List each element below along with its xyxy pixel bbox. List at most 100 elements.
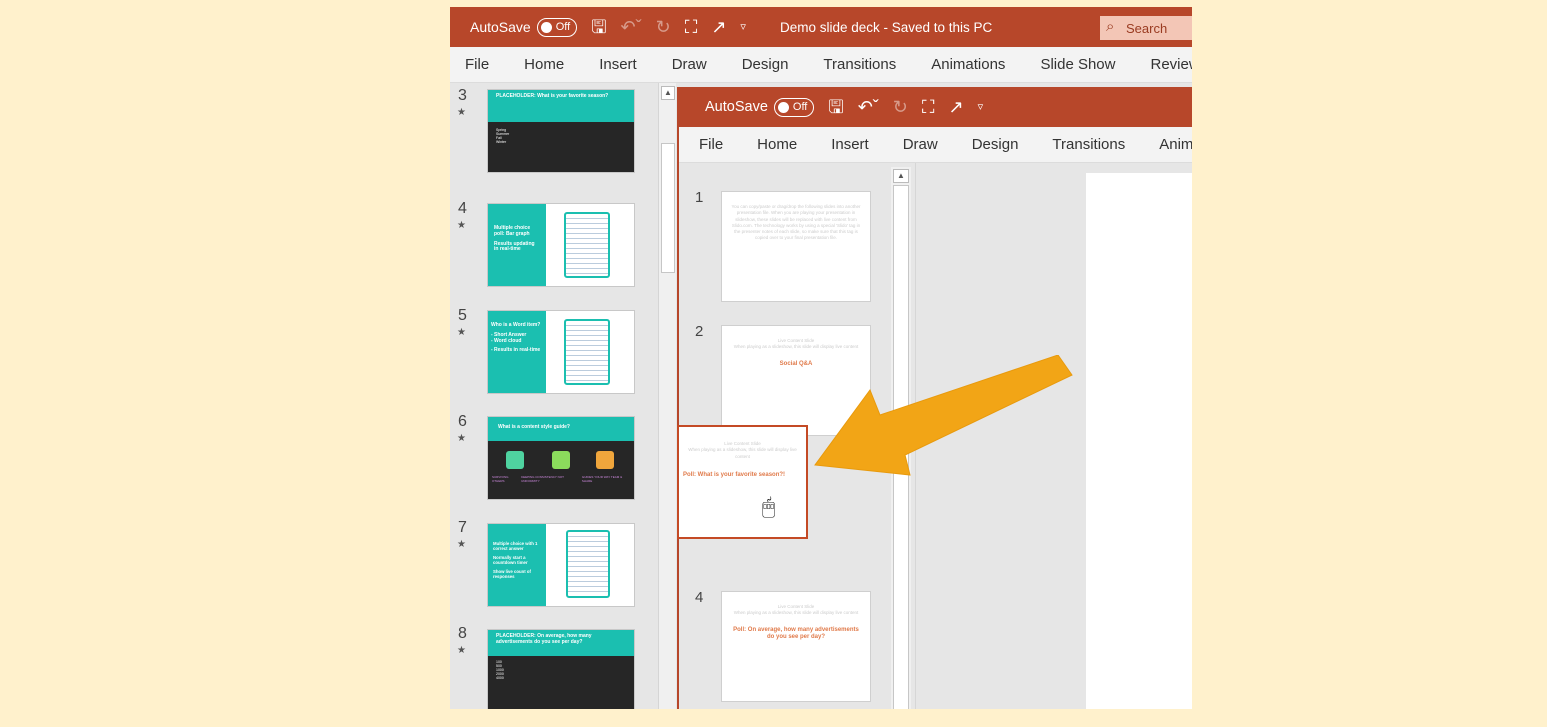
slide-number: 7 bbox=[458, 519, 467, 536]
redo-icon[interactable]: ↻ bbox=[656, 18, 671, 36]
present-icon[interactable]: ⛶ bbox=[685, 18, 698, 36]
customize-qat-icon[interactable]: ▿ bbox=[978, 101, 984, 113]
toggle-label: Off bbox=[555, 21, 571, 33]
animation-star-icon: ★ bbox=[457, 645, 466, 656]
from-beginning-icon[interactable]: ↗ bbox=[949, 98, 964, 116]
search-box[interactable]: ⌕ Search bbox=[1100, 16, 1192, 40]
tab-slide-show[interactable]: Slide Show bbox=[1040, 56, 1115, 73]
undo-icon[interactable]: ↶ˇ bbox=[621, 18, 642, 36]
thumb-title: What is a content style guide? bbox=[488, 417, 634, 441]
thumb-title: Multiple choice with 1 correct answer bbox=[493, 541, 538, 551]
tab-animations[interactable]: Anim bbox=[1159, 136, 1192, 153]
thumb-line: Normally start a countdown timer bbox=[493, 554, 528, 565]
inner-title-bar: AutoSave Off 🖫 ↶ˇ ↻ ⛶ ↗ ▿ bbox=[679, 87, 1192, 127]
dragged-slide-thumbnail[interactable]: Live Content Slide When playing as a sli… bbox=[677, 425, 808, 539]
outer-thumbnail-scrollbar[interactable]: ▲ bbox=[658, 83, 676, 709]
autosave-toggle[interactable]: Off bbox=[536, 17, 578, 37]
tab-transitions[interactable]: Transitions bbox=[823, 56, 896, 73]
animation-star-icon: ★ bbox=[457, 107, 466, 118]
outer-title-bar: AutoSave Off 🖫 ↶ˇ ↻ ⛶ ↗ ▿ Demo slide dec… bbox=[450, 7, 1192, 47]
search-placeholder: Search bbox=[1126, 20, 1168, 36]
drag-cursor-icon: 🖱 bbox=[762, 494, 776, 519]
thumb-option: Winter bbox=[496, 140, 507, 145]
slide-title: Poll: On average, how many advertisement… bbox=[733, 626, 859, 641]
present-icon[interactable]: ⛶ bbox=[922, 98, 935, 116]
thumb-subtitle: Results updating in real-time bbox=[494, 240, 535, 253]
tab-animations[interactable]: Animations bbox=[931, 56, 1005, 73]
slide-number: 4 bbox=[458, 200, 467, 217]
scroll-up-icon[interactable]: ▲ bbox=[661, 86, 675, 100]
tab-draw[interactable]: Draw bbox=[672, 56, 707, 73]
slide-number: 1 bbox=[695, 189, 704, 206]
inner-slide-thumbnail-1[interactable]: You can copy/paste or drag/drop the foll… bbox=[721, 191, 871, 302]
scroll-up-icon[interactable]: ▲ bbox=[893, 169, 909, 183]
slide-faint-sub: When playing as a slideshow, this slide … bbox=[733, 610, 859, 616]
slide-thumbnail-4[interactable]: Multiple choice poll: Bar graph Results … bbox=[487, 203, 635, 287]
current-slide-page[interactable] bbox=[1086, 173, 1192, 709]
phone-mockup-image bbox=[564, 319, 610, 385]
team-icon bbox=[596, 451, 614, 469]
slide-thumbnail-7[interactable]: Multiple choice with 1 correct answer No… bbox=[487, 523, 635, 607]
toggle-label: Off bbox=[792, 101, 808, 113]
tab-file[interactable]: File bbox=[465, 56, 489, 73]
customize-qat-icon[interactable]: ▿ bbox=[740, 21, 746, 33]
slide-thumbnail-3[interactable]: PLACEHOLDER: What is your favorite seaso… bbox=[487, 89, 635, 173]
save-icon[interactable]: 🖫 bbox=[828, 98, 843, 116]
slide-thumbnail-5[interactable]: Who is a Word item? - Short Answer - Wor… bbox=[487, 310, 635, 394]
toggle-dot-icon bbox=[777, 101, 789, 113]
tab-file[interactable]: File bbox=[699, 136, 723, 153]
autosave-toggle[interactable]: Off bbox=[773, 97, 815, 117]
document-title: Demo slide deck - Saved to this PC bbox=[779, 19, 993, 35]
tab-transitions[interactable]: Transitions bbox=[1052, 136, 1125, 153]
inner-slide-thumbnail-4[interactable]: Live Content Slide When playing as a sli… bbox=[721, 591, 871, 702]
toggle-dot-icon bbox=[540, 21, 552, 33]
thumb-title: Who is a Word item? bbox=[491, 322, 541, 328]
thumb-line: Show live count of responses bbox=[493, 568, 531, 579]
phone-mockup-image bbox=[564, 212, 610, 278]
slide-thumbnail-8[interactable]: PLACEHOLDER: On average, how many advert… bbox=[487, 629, 635, 709]
slide-number: 2 bbox=[695, 323, 704, 340]
tab-design[interactable]: Design bbox=[742, 56, 789, 73]
redo-icon[interactable]: ↻ bbox=[893, 98, 908, 116]
tab-home[interactable]: Home bbox=[757, 136, 797, 153]
thumb-caption: SURVIVING OTHERS bbox=[492, 475, 509, 483]
slide-thumbnail-6[interactable]: What is a content style guide? SURVIVING… bbox=[487, 416, 635, 500]
undo-icon[interactable]: ↶ˇ bbox=[858, 98, 879, 116]
tab-insert[interactable]: Insert bbox=[831, 136, 869, 153]
search-icon: ⌕ bbox=[1106, 18, 1115, 35]
slide-number: 3 bbox=[458, 87, 467, 104]
slide-number: 5 bbox=[458, 307, 467, 324]
thumb-caption: KEEPING CONSISTENCY NOT UNIFORMITY bbox=[521, 475, 564, 483]
phone-mockup-image bbox=[566, 530, 610, 598]
from-beginning-icon[interactable]: ↗ bbox=[711, 18, 726, 36]
animation-star-icon: ★ bbox=[457, 433, 466, 444]
hashtag-icon bbox=[506, 451, 524, 469]
thumb-title: Multiple choice poll: Bar graph bbox=[494, 225, 531, 237]
thumb-option: 4000 bbox=[496, 676, 504, 681]
animation-star-icon: ★ bbox=[457, 539, 466, 550]
tab-home[interactable]: Home bbox=[524, 56, 564, 73]
slide-number: 4 bbox=[695, 589, 704, 606]
thumb-caption: GUIDES YOUR WAY TEAM & SHARE bbox=[581, 475, 623, 483]
tab-insert[interactable]: Insert bbox=[599, 56, 637, 73]
tab-draw[interactable]: Draw bbox=[903, 136, 938, 153]
thumb-line: - Results in real-time bbox=[491, 347, 541, 354]
tab-review[interactable]: Review bbox=[1150, 56, 1192, 73]
animation-star-icon: ★ bbox=[457, 220, 466, 231]
autosave-label: AutoSave bbox=[470, 19, 531, 35]
slide-title: Poll: What is your favorite season?! bbox=[683, 471, 786, 478]
thumb-title: PLACEHOLDER: On average, how many advert… bbox=[488, 630, 634, 656]
thumb-line: - Word cloud bbox=[491, 337, 522, 344]
outer-thumbnail-pane: 3 ★ PLACEHOLDER: What is your favorite s… bbox=[450, 83, 658, 709]
tab-design[interactable]: Design bbox=[972, 136, 1019, 153]
thumb-title: PLACEHOLDER: What is your favorite seaso… bbox=[488, 90, 634, 122]
scrollbar-thumb[interactable] bbox=[661, 143, 675, 273]
slide-body-text: You can copy/paste or drag/drop the foll… bbox=[731, 204, 861, 241]
slide-number: 6 bbox=[458, 413, 467, 430]
slide-faint-sub: When playing as a slideshow, this slide … bbox=[733, 344, 859, 350]
animation-star-icon: ★ bbox=[457, 327, 466, 338]
slide-number: 8 bbox=[458, 625, 467, 642]
inner-ribbon-tabs: File Home Insert Draw Design Transitions… bbox=[679, 127, 1192, 163]
autosave-label: AutoSave bbox=[705, 99, 768, 115]
save-icon[interactable]: 🖫 bbox=[591, 18, 606, 36]
